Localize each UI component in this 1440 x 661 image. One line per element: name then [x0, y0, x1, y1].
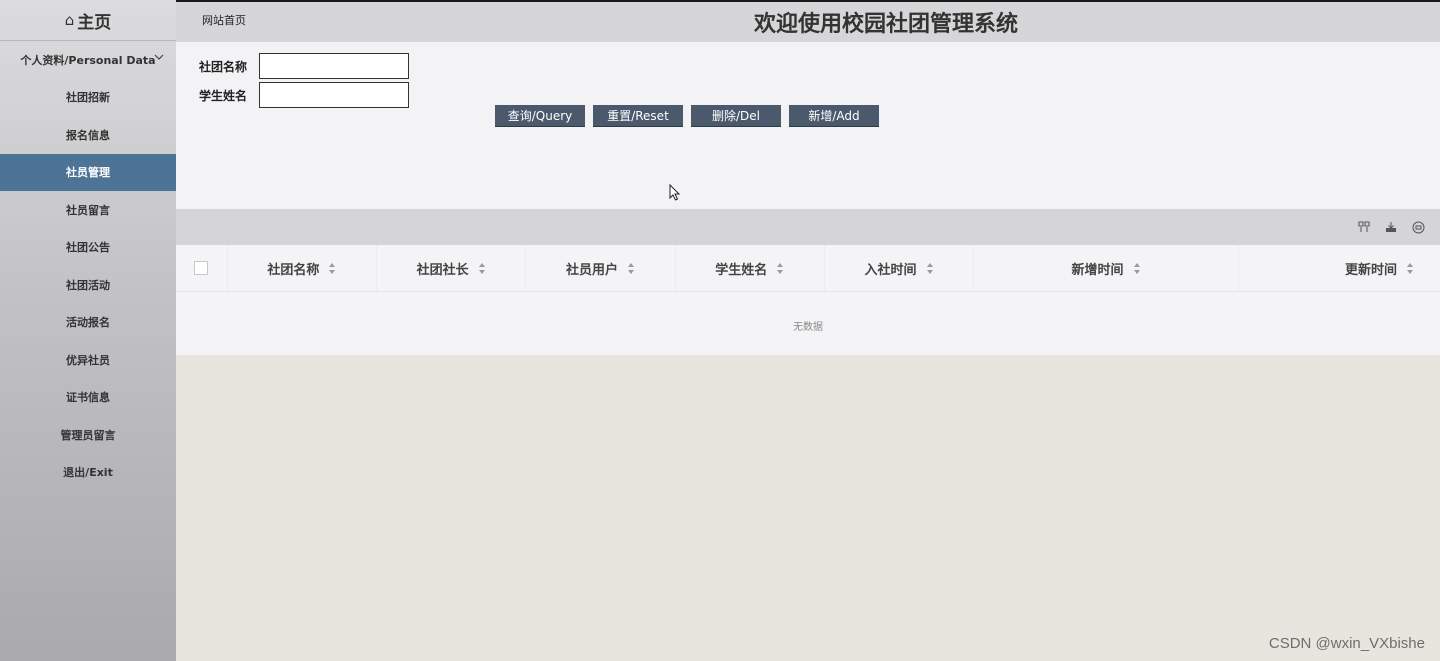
- column-header[interactable]: 入社时间: [825, 245, 975, 291]
- column-header[interactable]: 社员用户: [526, 245, 676, 291]
- column-header-label: 新增时间: [1071, 262, 1124, 278]
- sidebar-item-label: 社团招新: [66, 91, 110, 105]
- home-icon: ⌂: [64, 11, 75, 29]
- sidebar-item-label: 报名信息: [66, 128, 110, 142]
- sort-icon[interactable]: [478, 262, 486, 274]
- sidebar-item[interactable]: 社员留言: [0, 191, 176, 229]
- sidebar-item[interactable]: 证书信息: [0, 379, 176, 417]
- column-header[interactable]: 社团社长: [377, 245, 527, 291]
- sort-icon[interactable]: [777, 262, 784, 274]
- column-header[interactable]: 社团名称: [228, 245, 378, 291]
- student-name-label: 学生姓名: [199, 88, 248, 103]
- student-name-input[interactable]: [259, 82, 409, 108]
- sidebar-item[interactable]: 个人资料/Personal Data: [0, 41, 176, 79]
- data-table: 社团名称 社团社长 社员用户 学生姓名 入社时间 新增时间 更新时间 无数据: [176, 209, 1440, 355]
- column-header-label: 入社时间: [864, 262, 917, 278]
- sidebar-item[interactable]: 优异社员: [0, 341, 176, 379]
- sidebar-item[interactable]: 活动报名: [0, 304, 176, 342]
- column-header-label: 社员用户: [565, 262, 618, 278]
- sidebar-item-label: 社团公告: [66, 241, 110, 255]
- sidebar-item[interactable]: 社团活动: [0, 266, 176, 304]
- column-header[interactable]: 新增时间: [974, 245, 1239, 291]
- sort-icon[interactable]: [1407, 262, 1414, 274]
- add-button[interactable]: 新增/Add: [789, 105, 879, 127]
- sidebar-item-label: 社员管理: [66, 166, 110, 180]
- page-title: 欢迎使用校园社团管理系统: [754, 12, 1019, 37]
- search-panel: 社团名称 学生姓名 查询/Query 重置/Reset 删除/Del 新增/Ad…: [176, 42, 1440, 209]
- sidebar-item[interactable]: 报名信息: [0, 116, 176, 154]
- sidebar-item-label: 社团活动: [66, 278, 110, 292]
- sort-icon[interactable]: [926, 262, 934, 274]
- sidebar-item[interactable]: 社团招新: [0, 79, 176, 117]
- sidebar-item-label: 管理员留言: [60, 428, 116, 442]
- club-name-input[interactable]: [259, 53, 409, 79]
- select-all-cell: [176, 245, 228, 291]
- site-home-link[interactable]: 网站首页: [202, 12, 246, 28]
- column-header[interactable]: 更新时间: [1239, 245, 1440, 291]
- sort-icon[interactable]: [329, 262, 336, 274]
- chevron-down-icon: [154, 53, 164, 64]
- column-header-label: 学生姓名: [715, 262, 768, 278]
- sidebar-menu: 个人资料/Personal Data 社团招新报名信息社员管理社员留言社团公告社团…: [0, 41, 176, 491]
- column-header[interactable]: 学生姓名: [676, 245, 825, 291]
- column-header-label: 更新时间: [1345, 262, 1398, 278]
- sidebar-item[interactable]: 管理员留言: [0, 416, 176, 454]
- sort-icon[interactable]: [627, 262, 635, 274]
- sidebar-item[interactable]: 退出/Exit: [0, 454, 176, 492]
- sidebar-item[interactable]: 社团公告: [0, 229, 176, 267]
- delete-button[interactable]: 删除/Del: [691, 105, 781, 127]
- sidebar-item-label: 个人资料/Personal Data: [20, 53, 156, 67]
- column-header-label: 社团名称: [267, 262, 320, 278]
- sidebar: ⌂ 主页 个人资料/Personal Data 社团招新报名信息社员管理社员留言社…: [0, 0, 176, 661]
- sidebar-item-label: 证书信息: [66, 391, 110, 405]
- sidebar-item-label: 活动报名: [66, 316, 110, 330]
- sidebar-home[interactable]: ⌂ 主页: [0, 0, 176, 41]
- columns-icon[interactable]: [1356, 219, 1372, 235]
- club-name-label: 社团名称: [199, 59, 248, 74]
- watermark: CSDN @wxin_VXbishe: [1268, 635, 1425, 652]
- empty-state: 无数据: [793, 322, 823, 333]
- select-all-checkbox[interactable]: [194, 261, 209, 275]
- sidebar-item-label: 优异社员: [66, 353, 110, 367]
- sort-icon[interactable]: [1133, 262, 1141, 274]
- sidebar-item-label: 社员留言: [66, 203, 110, 217]
- mouse-cursor-icon: [669, 184, 681, 201]
- student-name-row: 学生姓名: [199, 82, 409, 108]
- header: 网站首页 欢迎使用校园社团管理系统: [176, 0, 1440, 44]
- print-icon[interactable]: [1410, 219, 1426, 235]
- reset-button[interactable]: 重置/Reset: [593, 105, 683, 127]
- export-icon[interactable]: [1383, 219, 1399, 235]
- query-button[interactable]: 查询/Query: [495, 105, 585, 127]
- table-toolbar: [176, 209, 1440, 245]
- sidebar-item-label: 退出/Exit: [63, 466, 113, 480]
- column-header-label: 社团社长: [416, 262, 469, 278]
- club-name-row: 社团名称: [199, 53, 409, 79]
- table-header: 社团名称 社团社长 社员用户 学生姓名 入社时间 新增时间 更新时间: [176, 245, 1440, 292]
- sidebar-item[interactable]: 社员管理: [0, 153, 176, 191]
- action-buttons: 查询/Query 重置/Reset 删除/Del 新增/Add: [495, 105, 887, 127]
- sidebar-home-label: 主页: [77, 12, 112, 33]
